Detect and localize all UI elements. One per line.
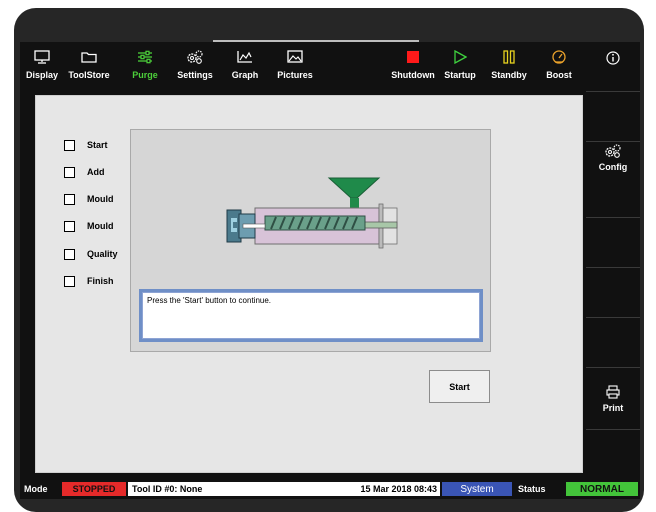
startup-button[interactable]: Startup — [440, 42, 480, 92]
gears-icon — [172, 42, 218, 68]
boost-button[interactable]: Boost — [538, 42, 580, 92]
pictures-button[interactable]: Pictures — [274, 42, 316, 92]
step-label: Mould — [87, 194, 114, 204]
right-panel-empty-4 — [586, 318, 640, 368]
stop-square-icon — [390, 42, 436, 68]
display-button[interactable]: Display — [24, 42, 60, 92]
step-checkbox[interactable] — [64, 193, 75, 205]
purge-button[interactable]: Purge — [128, 42, 162, 92]
message-text: Press the 'Start' button to continue. — [142, 292, 480, 339]
step-label: Mould — [87, 221, 114, 231]
graph-button[interactable]: Graph — [228, 42, 262, 92]
right-panel: Config Print — [586, 42, 640, 479]
shutdown-button[interactable]: Shutdown — [390, 42, 436, 92]
step-checkbox[interactable] — [64, 275, 75, 287]
right-panel-empty-2 — [586, 218, 640, 268]
config-button[interactable]: Config — [586, 142, 640, 218]
injection-unit-illustration — [226, 177, 398, 249]
toolstore-button[interactable]: ToolStore — [64, 42, 114, 92]
step-mould-1[interactable]: Mould — [64, 192, 114, 206]
graph-label: Graph — [231, 70, 259, 80]
info-button[interactable] — [586, 42, 640, 92]
play-triangle-icon — [440, 42, 480, 68]
mode-label: Mode — [24, 484, 48, 494]
graph-icon — [228, 42, 262, 68]
step-checkbox[interactable] — [64, 220, 75, 232]
printer-icon — [586, 368, 640, 401]
step-checkbox[interactable] — [64, 166, 75, 178]
standby-label: Standby — [491, 70, 527, 80]
step-add[interactable]: Add — [64, 165, 105, 179]
start-button[interactable]: Start — [429, 370, 490, 403]
right-panel-empty-1 — [586, 92, 640, 142]
message-box: Press the 'Start' button to continue. — [139, 289, 483, 342]
pause-icon — [488, 42, 530, 68]
step-mould-2[interactable]: Mould — [64, 219, 114, 233]
standby-button[interactable]: Standby — [488, 42, 530, 92]
step-start[interactable]: Start — [64, 138, 108, 152]
picture-icon — [274, 42, 316, 68]
print-label: Print — [602, 403, 624, 413]
step-label: Add — [87, 167, 105, 177]
settings-button[interactable]: Settings — [172, 42, 218, 92]
step-checkbox[interactable] — [64, 248, 75, 260]
datetime-text: 15 Mar 2018 08:43 — [360, 484, 437, 494]
purge-panel: Start Add Mould Mould Quality Finish Pre… — [35, 95, 583, 473]
user-badge[interactable]: System — [442, 482, 512, 496]
step-finish[interactable]: Finish — [64, 274, 114, 288]
shutdown-label: Shutdown — [391, 70, 435, 80]
toolstore-label: ToolStore — [68, 70, 110, 80]
folder-icon — [64, 42, 114, 68]
tool-id-field: Tool ID #0: None 15 Mar 2018 08:43 — [128, 482, 440, 496]
gears-icon — [586, 142, 640, 160]
step-label: Finish — [87, 276, 114, 286]
right-panel-empty-3 — [586, 268, 640, 318]
config-label: Config — [598, 162, 628, 172]
sliders-icon — [128, 42, 162, 68]
status-bar: Mode STOPPED Tool ID #0: None 15 Mar 201… — [20, 480, 640, 498]
status-label: Status — [518, 484, 546, 494]
purge-label: Purge — [132, 70, 158, 80]
settings-label: Settings — [177, 70, 213, 80]
startup-label: Startup — [444, 70, 476, 80]
pictures-label: Pictures — [277, 70, 313, 80]
display-label: Display — [25, 70, 58, 80]
machine-diagram: Press the 'Start' button to continue. — [130, 129, 491, 352]
system-status-badge: NORMAL — [566, 482, 638, 496]
step-checkbox[interactable] — [64, 139, 75, 151]
monitor-icon — [24, 42, 60, 68]
step-label: Quality — [87, 249, 118, 259]
gauge-icon — [538, 42, 580, 68]
print-button[interactable]: Print — [586, 368, 640, 430]
info-icon — [586, 42, 640, 67]
mode-status-badge: STOPPED — [62, 482, 126, 496]
tool-id-text: Tool ID #0: None — [132, 484, 203, 494]
boost-label: Boost — [546, 70, 572, 80]
step-quality[interactable]: Quality — [64, 247, 118, 261]
step-label: Start — [87, 140, 108, 150]
top-toolbar: Display ToolStore Purge Settings Graph P… — [20, 42, 586, 92]
